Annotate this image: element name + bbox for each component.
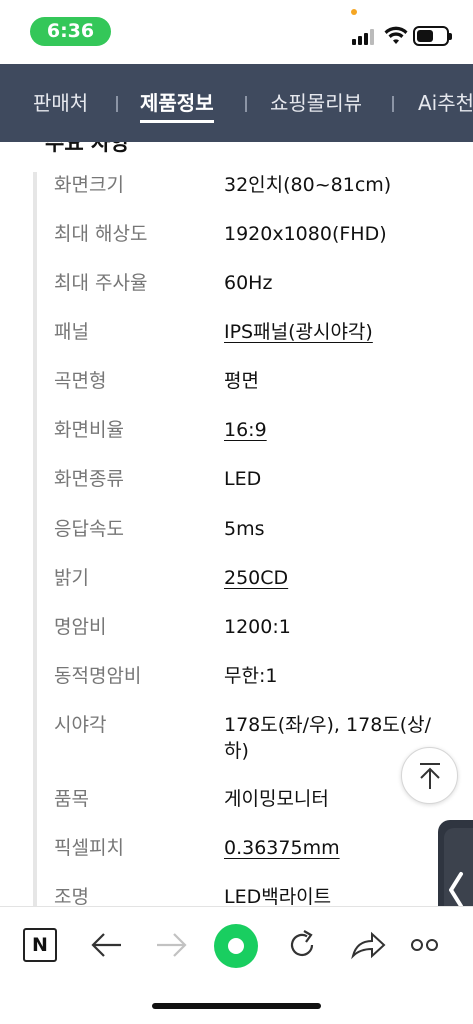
home-indicator[interactable] (152, 1003, 321, 1009)
n-logo-icon: N (23, 928, 57, 962)
spec-label: 명암비 (54, 616, 107, 638)
spec-value-link[interactable]: 0.36375mm (224, 835, 439, 861)
spec-label: 화면종류 (54, 468, 124, 490)
arrow-up-icon (419, 762, 440, 789)
share-icon (351, 931, 386, 960)
spec-label: 패널 (54, 321, 89, 343)
spec-label: 화면크기 (54, 174, 124, 196)
scroll-to-top-button[interactable] (401, 747, 458, 804)
spec-label: 곡면형 (54, 370, 107, 392)
green-home-button[interactable] (214, 924, 258, 968)
more-icon (411, 939, 438, 951)
tab-sellers[interactable]: 판매처 (33, 64, 88, 142)
spec-label: 동적명암비 (54, 665, 142, 687)
spec-value: 32인치(80~81cm) (224, 174, 392, 196)
cellular-signal-icon (352, 29, 378, 45)
spec-value: LED백라이트 (224, 886, 332, 906)
spec-label: 조명 (54, 886, 89, 906)
tab-separator (245, 96, 247, 112)
back-arrow-icon (91, 933, 121, 957)
spec-label: 화면비율 (54, 419, 124, 441)
tab-mall-reviews[interactable]: 쇼핑몰리뷰 (270, 64, 362, 142)
tab-ai-recommend[interactable]: Ai추천 (418, 64, 473, 142)
chevron-left-icon (449, 872, 463, 908)
status-time[interactable]: 6:36 (30, 17, 111, 46)
share-button[interactable] (348, 925, 388, 965)
spec-content[interactable]: 주요 사양 화면크기 32인치(80~81cm) 최대 해상도 1920x1080(F… (0, 142, 473, 906)
spec-label: 응답속도 (54, 518, 124, 540)
spec-value-link[interactable]: 250CD (224, 565, 439, 591)
spec-label: 밝기 (54, 567, 89, 589)
spec-left-rule (33, 172, 37, 906)
forward-button[interactable] (152, 925, 192, 965)
status-bar: 6:36 (0, 0, 473, 64)
tab-product-info[interactable]: 제품정보 (140, 64, 214, 142)
spec-value: 평면 (224, 370, 259, 392)
spec-label: 품목 (54, 788, 89, 810)
mic-indicator-dot (351, 9, 357, 15)
spec-label: 최대 해상도 (54, 223, 148, 245)
refresh-icon (290, 930, 314, 957)
naver-home-button[interactable]: N (20, 925, 60, 965)
battery-icon (413, 26, 452, 46)
refresh-button[interactable] (282, 925, 322, 965)
more-button[interactable] (410, 925, 440, 965)
spec-value-link[interactable]: IPS패널(광시야각) (224, 319, 439, 345)
green-home-icon (228, 938, 244, 954)
spec-value: 1200:1 (224, 616, 291, 638)
tab-separator (116, 96, 118, 112)
spec-value: 무한:1 (224, 665, 278, 687)
back-button[interactable] (86, 925, 126, 965)
spec-value-link[interactable]: 16:9 (224, 417, 439, 443)
wifi-icon (384, 26, 408, 44)
forward-arrow-icon (157, 933, 187, 957)
spec-value: 60Hz (224, 272, 273, 294)
spec-label: 최대 주사율 (54, 272, 148, 294)
browser-toolbar: N (0, 906, 473, 1024)
section-heading: 주요 사양 (45, 142, 130, 155)
spec-label: 시야각 (54, 714, 107, 736)
spec-value: LED (224, 468, 262, 490)
tab-separator (392, 96, 394, 112)
spec-value: 1920x1080(FHD) (224, 223, 387, 245)
product-tab-bar: 판매처 제품정보 쇼핑몰리뷰 Ai추천 (0, 64, 473, 142)
spec-label: 픽셀피치 (54, 837, 124, 859)
spec-value: 5ms (224, 518, 265, 540)
